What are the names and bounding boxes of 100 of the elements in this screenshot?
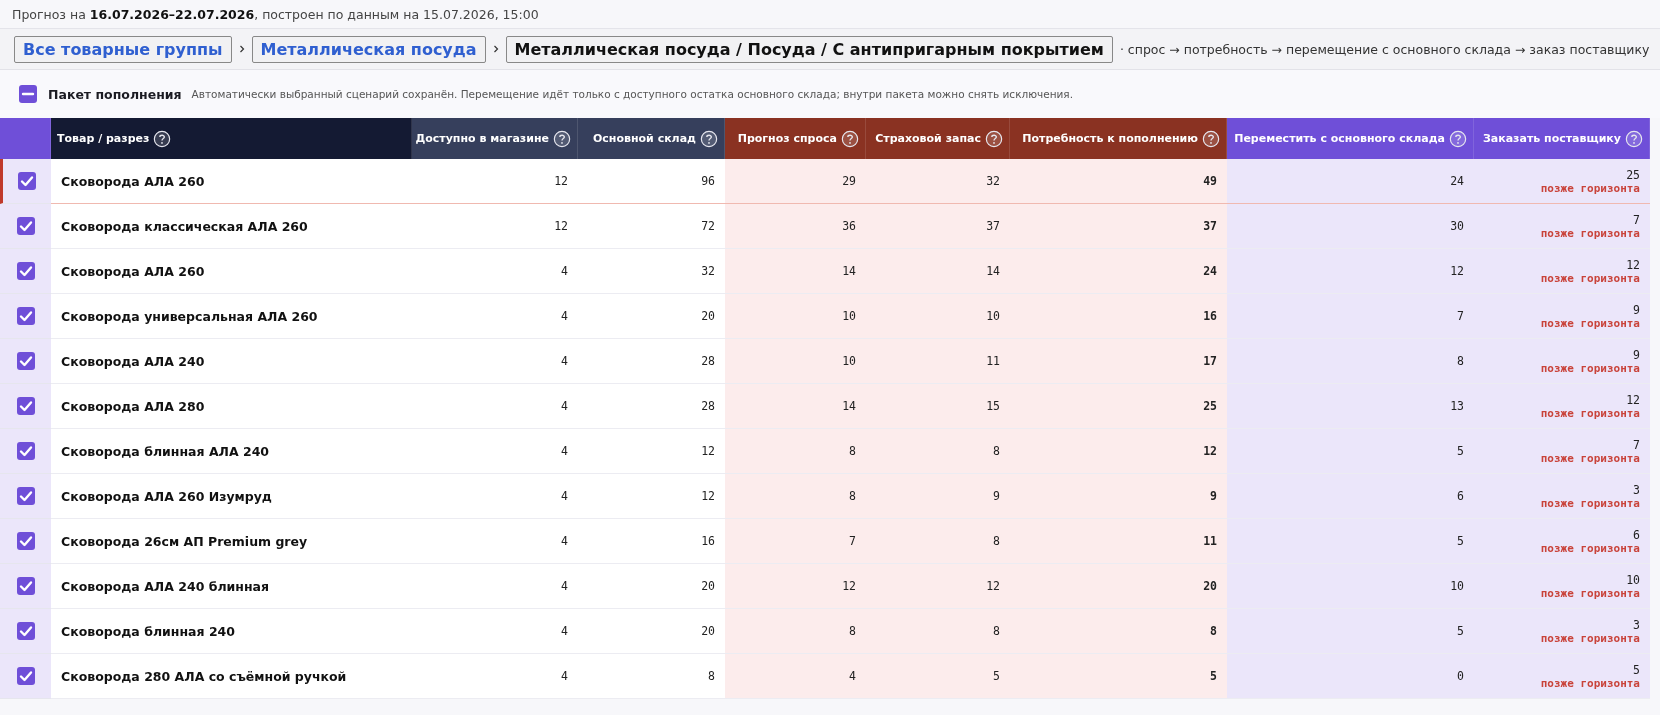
table-cell: 4 xyxy=(561,399,568,413)
table-cell: 13 xyxy=(1450,399,1464,413)
help-icon[interactable] xyxy=(153,129,172,148)
help-icon[interactable] xyxy=(553,129,571,148)
table-cell: 36 xyxy=(842,219,856,233)
table-cell: 7 xyxy=(849,534,856,548)
table-cell: 12 xyxy=(554,174,568,188)
forecast-period-text: Прогноз на 16.07.2026–22.07.2026, построен по данным на 15.07.2026, 15:00 xyxy=(12,6,539,22)
chevron-icon xyxy=(492,45,499,53)
checkbox[interactable] xyxy=(15,216,36,236)
breadcrumb-button[interactable]: Металлическая посуда / Посуда / С антипригарным покрытием xyxy=(505,35,1113,63)
table-cell: 12 xyxy=(701,444,715,458)
table-cell: 32 xyxy=(986,174,1000,188)
table-cell: 8 xyxy=(993,444,1000,458)
checkbox[interactable] xyxy=(15,486,36,506)
table-cell: 12 xyxy=(1626,392,1640,407)
order-note: позже горизонта xyxy=(1540,631,1640,645)
table-cell: 10 xyxy=(1450,579,1464,593)
column-header-label: Страховой запас xyxy=(875,132,981,145)
table-cell: 7 xyxy=(1633,437,1640,452)
table-cell: 37 xyxy=(1203,219,1217,233)
table-cell: 4 xyxy=(849,669,856,683)
table-cell: 5 xyxy=(993,669,1000,683)
table-cell: 4 xyxy=(561,309,568,323)
table-cell: 20 xyxy=(701,579,715,593)
table-cell: 49 xyxy=(1203,174,1217,188)
table-cell: 29 xyxy=(842,174,856,188)
order-note: позже горизонта xyxy=(1540,271,1640,285)
table-cell: 11 xyxy=(986,354,1000,368)
order-note: позже горизонта xyxy=(1540,361,1640,375)
table-cell: Сковорода АЛА 260 Изумруд xyxy=(61,488,272,504)
checkbox[interactable] xyxy=(15,306,36,326)
checkbox[interactable] xyxy=(15,261,36,281)
table-cell: Сковорода блинная 240 xyxy=(61,623,235,639)
table-cell: 0 xyxy=(1457,669,1464,683)
table-cell: 32 xyxy=(701,264,715,278)
help-icon[interactable] xyxy=(700,129,718,148)
checkbox[interactable] xyxy=(15,531,36,551)
table-cell: 15 xyxy=(986,399,1000,413)
table-cell: Сковорода АЛА 240 блинная xyxy=(61,578,270,594)
table-cell: 16 xyxy=(701,534,715,548)
checkbox[interactable] xyxy=(15,441,36,461)
package-note: Автоматически выбранный сценарий сохранён. Перемещение идёт только с доступного остатка основного склада; внутри пакета можно снять исключения. xyxy=(191,88,1074,100)
breadcrumb-button[interactable]: Металлическая посуда xyxy=(251,35,486,63)
table-cell: 12 xyxy=(701,489,715,503)
table-cell: 9 xyxy=(1633,347,1640,362)
table-cell: 4 xyxy=(561,534,568,548)
checkbox[interactable] xyxy=(15,666,36,686)
table-cell: 17 xyxy=(1203,354,1217,368)
table-cell: 5 xyxy=(1457,534,1464,548)
order-note: позже горизонта xyxy=(1540,586,1640,600)
order-note: позже горизонта xyxy=(1540,676,1640,690)
table-cell: 8 xyxy=(1210,624,1217,638)
checkbox[interactable] xyxy=(18,84,38,104)
table-cell: 10 xyxy=(986,309,1000,323)
table-cell: 28 xyxy=(701,399,715,413)
table-cell: 96 xyxy=(701,174,715,188)
table-cell: 20 xyxy=(701,624,715,638)
table-cell: 5 xyxy=(1457,444,1464,458)
help-icon[interactable] xyxy=(841,129,859,148)
order-note: позже горизонта xyxy=(1540,316,1640,330)
help-icon[interactable] xyxy=(1202,129,1220,148)
checkbox[interactable] xyxy=(15,576,36,596)
column-header-label: Потребность к пополнению xyxy=(1022,132,1198,145)
table-cell: 25 xyxy=(1203,399,1217,413)
column-header-label: Товар / разрез xyxy=(57,132,150,145)
flow-hint-text: · спрос → потребность → перемещение с основного склада → заказ поставщику xyxy=(1119,41,1650,57)
table-cell: 10 xyxy=(842,354,856,368)
table-cell: 10 xyxy=(842,309,856,323)
column-header-label: Переместить с основного склада xyxy=(1234,132,1445,145)
table-cell: 7 xyxy=(1457,309,1464,323)
table-cell: 4 xyxy=(561,444,568,458)
checkbox[interactable] xyxy=(15,621,36,641)
checkbox[interactable] xyxy=(15,396,36,416)
chevron-icon xyxy=(238,45,245,53)
column-header-label: Основной склад xyxy=(592,132,696,145)
table-cell: 12 xyxy=(1450,264,1464,278)
table-cell: 5 xyxy=(1210,669,1217,683)
table-cell: Сковорода классическая АЛА 260 xyxy=(61,218,308,234)
table-cell: 4 xyxy=(561,624,568,638)
table-cell: 14 xyxy=(842,399,856,413)
table-cell: 10 xyxy=(1626,572,1640,587)
checkbox[interactable] xyxy=(17,171,37,191)
checkbox[interactable] xyxy=(15,351,36,371)
table-cell: 5 xyxy=(1633,662,1640,677)
table-cell: 11 xyxy=(1203,534,1217,548)
table-cell: 12 xyxy=(554,219,568,233)
table-cell: 8 xyxy=(993,624,1000,638)
table-cell: 7 xyxy=(1633,212,1640,227)
table-cell: Сковорода 26см АП Premium grey xyxy=(61,533,308,549)
table-cell: 8 xyxy=(708,669,715,683)
table-cell: 14 xyxy=(842,264,856,278)
help-icon[interactable] xyxy=(985,129,1003,148)
table-cell: 4 xyxy=(561,579,568,593)
table-cell: 6 xyxy=(1457,489,1464,503)
breadcrumb-button[interactable]: Все товарные группы xyxy=(14,35,232,63)
table-cell: 28 xyxy=(701,354,715,368)
table-cell: 25 xyxy=(1626,167,1640,182)
column-header-label: Прогноз спроса xyxy=(737,132,837,145)
table-cell: Сковорода АЛА 260 xyxy=(61,263,205,279)
